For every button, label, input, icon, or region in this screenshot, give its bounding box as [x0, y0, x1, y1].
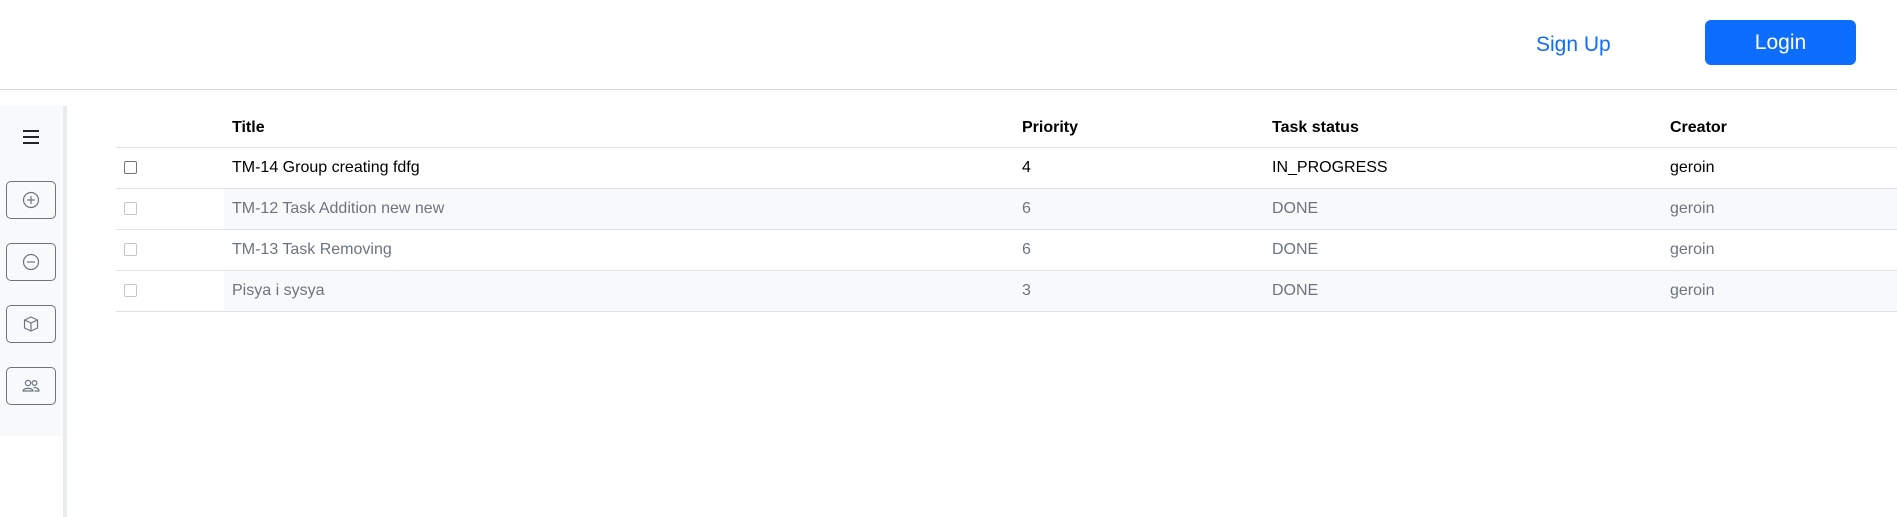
- task-status: IN_PROGRESS: [1264, 147, 1662, 189]
- add-task-button[interactable]: [6, 181, 56, 219]
- task-creator: geroin: [1662, 188, 1897, 230]
- sidebar-divider: [63, 106, 67, 517]
- task-title: TM-14 Group creating fdfg: [224, 147, 1014, 189]
- row-select-cell: [116, 270, 224, 312]
- task-priority: 6: [1014, 229, 1264, 271]
- row-select-cell: [116, 229, 224, 271]
- row-select-cell: [116, 188, 224, 230]
- task-title: TM-13 Task Removing: [224, 229, 1014, 271]
- dash-circle-icon: [22, 253, 40, 271]
- task-title: Pisya i sysya: [224, 270, 1014, 312]
- table-row[interactable]: Pisya i sysya 3 DONE geroin: [116, 270, 1897, 312]
- task-title: TM-12 Task Addition new new: [224, 188, 1014, 230]
- login-button[interactable]: Login: [1705, 20, 1856, 65]
- column-header-title: Title: [224, 110, 1014, 148]
- box-icon: [23, 316, 39, 332]
- task-creator: geroin: [1662, 147, 1897, 189]
- hamburger-icon[interactable]: [18, 124, 44, 150]
- task-table: Title Priority Task status Creator TM-14…: [116, 110, 1897, 312]
- task-creator: geroin: [1662, 229, 1897, 271]
- sign-up-link[interactable]: Sign Up: [1536, 29, 1611, 61]
- table-row[interactable]: TM-14 Group creating fdfg 4 IN_PROGRESS …: [116, 147, 1897, 189]
- top-navbar: Sign Up Login: [0, 0, 1897, 90]
- task-status: DONE: [1264, 270, 1662, 312]
- task-priority: 6: [1014, 188, 1264, 230]
- plus-circle-icon: [22, 191, 40, 209]
- column-header-creator: Creator: [1662, 110, 1897, 148]
- column-header-status: Task status: [1264, 110, 1662, 148]
- column-header-select: [116, 110, 224, 148]
- task-priority: 3: [1014, 270, 1264, 312]
- table-row[interactable]: TM-12 Task Addition new new 6 DONE geroi…: [116, 188, 1897, 230]
- table-header-row: Title Priority Task status Creator: [116, 110, 1897, 148]
- row-checkbox[interactable]: [124, 283, 137, 297]
- box-button[interactable]: [6, 305, 56, 343]
- task-creator: geroin: [1662, 270, 1897, 312]
- row-checkbox[interactable]: [124, 242, 137, 256]
- people-icon: [22, 379, 40, 392]
- group-button[interactable]: [6, 367, 56, 405]
- row-checkbox[interactable]: [124, 201, 137, 215]
- row-select-cell: [116, 147, 224, 189]
- table-row[interactable]: TM-13 Task Removing 6 DONE geroin: [116, 229, 1897, 271]
- remove-task-button[interactable]: [6, 243, 56, 281]
- task-status: DONE: [1264, 188, 1662, 230]
- task-status: DONE: [1264, 229, 1662, 271]
- task-priority: 4: [1014, 147, 1264, 189]
- row-checkbox[interactable]: [124, 160, 137, 174]
- column-header-priority: Priority: [1014, 110, 1264, 148]
